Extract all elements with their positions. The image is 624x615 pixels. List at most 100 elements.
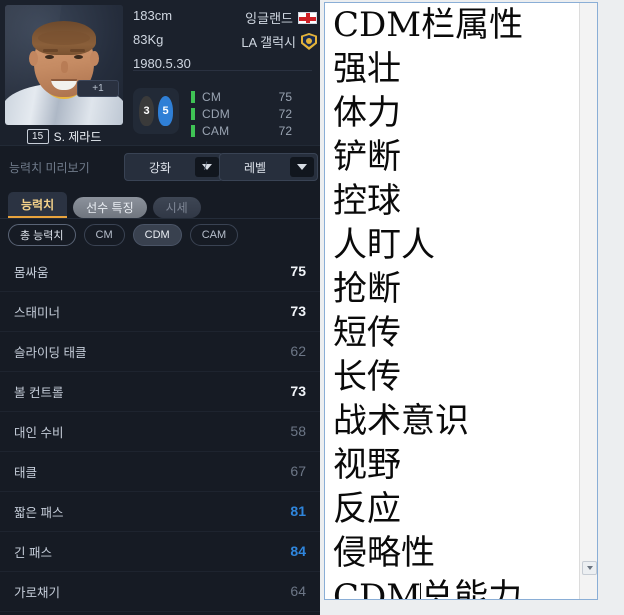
level-dropdown-value: 레벨 (243, 160, 267, 175)
club-crest-icon (301, 33, 317, 50)
eyebrow-right (70, 49, 85, 52)
level-dropdown[interactable]: 레벨 (219, 153, 318, 181)
stat-value: 81 (290, 503, 306, 519)
position-level-bar-icon (191, 108, 195, 120)
notes-line: 视野 (333, 445, 401, 485)
stat-row: 가로채기 64 (0, 571, 320, 611)
club-label: LA 갤럭시 (241, 35, 296, 50)
notes-line: 战术意识 (333, 401, 469, 441)
attribute-preview-row: 능력치 미리보기 강화 / 레벨 (0, 145, 320, 188)
position-value: 75 (278, 90, 292, 104)
attribute-list: 몸싸움 75 스태미너 73 슬라이딩 태클 62 볼 컨트롤 73 대인 수비… (0, 251, 320, 615)
stat-value: 75 (290, 263, 306, 279)
position-block: 3 5 CM 75 CDM 72 CAM 72 (133, 88, 292, 139)
position-rating-list: CM 75 CDM 72 CAM 72 (191, 88, 292, 139)
stat-name: 가로채기 (14, 585, 61, 600)
birthdate-value: 1980.5.30 (133, 56, 191, 71)
notes-line-with-caret: CDM总能力 (333, 575, 591, 600)
stat-row: 태클 67 (0, 451, 320, 491)
eye-left (45, 55, 54, 59)
enhance-dropdown-value: 강화 (148, 160, 172, 175)
stat-name: 짧은 패스 (14, 505, 64, 520)
pill-cdm[interactable]: CDM (132, 224, 182, 246)
dropdown-separator: / (204, 159, 208, 173)
stat-row: 몸싸움 75 (0, 251, 320, 291)
position-level-bar-icon (191, 91, 195, 103)
stat-row: 슬라이딩 태클 62 (0, 331, 320, 371)
england-flag-icon (298, 11, 317, 24)
notes-line-text-before-caret: CDM (333, 577, 422, 600)
tab-market-price[interactable]: 시세 (152, 197, 201, 218)
notes-line: 人盯人 (333, 225, 435, 265)
stat-name: 스태미너 (14, 305, 61, 320)
header-divider (133, 70, 312, 71)
position-name: CAM (202, 124, 230, 138)
position-row[interactable]: CM 75 (191, 89, 292, 105)
notes-line: 体力 (333, 93, 401, 133)
position-row[interactable]: CDM 72 (191, 106, 292, 122)
notes-line: 长传 (333, 357, 401, 397)
weak-foot-value: 3 (139, 96, 154, 126)
skill-moves-value: 5 (158, 96, 173, 126)
stat-name: 대인 수비 (14, 425, 64, 440)
shirt-number-badge: 15 (26, 129, 49, 144)
attribute-preview-label: 능력치 미리보기 (9, 161, 90, 175)
ear-right (90, 51, 99, 66)
player-portrait[interactable]: +1 (5, 5, 123, 125)
stat-row: 볼 컨트롤 73 (0, 371, 320, 411)
nose-shape (61, 61, 68, 73)
ear-left (29, 51, 38, 66)
bio-weight-row: 83Kg LA 갤럭시 (133, 32, 319, 56)
stat-value: 73 (290, 383, 306, 399)
upgrade-badge: +1 (77, 80, 119, 97)
hair-shape (32, 21, 96, 55)
notes-line: 反应 (333, 489, 401, 529)
stat-row: 대인 수비 58 (0, 411, 320, 451)
notes-text-editor[interactable]: CDM栏属性 强壮 体力 铲断 控球 人盯人 抢断 短传 长传 战术意识 视野 … (324, 2, 598, 600)
notes-line: 铲断 (333, 137, 401, 177)
stat-row: 시야 77 (0, 611, 320, 615)
stat-value: 64 (290, 583, 306, 599)
chevron-down-icon[interactable] (290, 157, 314, 177)
stat-value: 58 (290, 423, 306, 439)
bio-birthdate-row: 1980.5.30 (133, 56, 319, 80)
position-value: 72 (278, 107, 292, 121)
player-header: +1 15 S. 제라드 183cm 잉글랜드 83Kg LA 갤럭시 1980… (0, 0, 320, 145)
player-attributes-panel: +1 15 S. 제라드 183cm 잉글랜드 83Kg LA 갤럭시 1980… (0, 0, 320, 615)
stat-value: 73 (290, 303, 306, 319)
notes-line-list: CDM栏属性 强壮 体力 铲断 控球 人盯人 抢断 短传 长传 战术意识 视野 … (325, 3, 597, 600)
player-name-label: S. 제라드 (53, 130, 102, 144)
nation-label: 잉글랜드 (245, 11, 293, 26)
pill-cam[interactable]: CAM (189, 224, 239, 246)
position-filter-bar: 총 능력치 CM CDM CAM (0, 219, 320, 251)
stat-name: 긴 패스 (14, 545, 52, 560)
notes-line: 侵略性 (333, 533, 435, 573)
notes-line: 短传 (333, 313, 401, 353)
enhance-level-dropdown[interactable]: 강화 (124, 153, 223, 181)
stat-row: 긴 패스 84 (0, 531, 320, 571)
eyebrow-left (43, 49, 58, 52)
stat-row: 짧은 패스 81 (0, 491, 320, 531)
notes-line: 强壮 (333, 49, 401, 89)
stat-name: 태클 (14, 465, 38, 480)
pill-cm[interactable]: CM (83, 224, 125, 246)
vertical-scrollbar[interactable] (579, 3, 597, 599)
eye-right (74, 55, 83, 59)
nation-row: 잉글랜드 (245, 8, 317, 27)
pill-total-rating[interactable]: 총 능력치 (8, 224, 76, 246)
position-level-bar-icon (191, 125, 195, 137)
stat-value: 67 (290, 463, 306, 479)
position-name: CM (202, 90, 222, 104)
scroll-down-arrow-icon[interactable] (582, 561, 597, 575)
position-row[interactable]: CAM 72 (191, 123, 292, 139)
stat-name: 슬라이딩 태클 (14, 345, 87, 360)
stat-name: 몸싸움 (14, 265, 49, 280)
tab-player-traits[interactable]: 선수 특징 (73, 197, 147, 218)
notes-line: 控球 (333, 181, 401, 221)
stat-value: 62 (290, 343, 306, 359)
notes-line-text-after-caret: 总能力 (420, 577, 523, 600)
stat-value: 84 (290, 543, 306, 559)
tab-attributes[interactable]: 능력치 (8, 192, 68, 218)
foot-rating-icon: 3 5 (133, 88, 179, 134)
player-name-row: 15 S. 제라드 (5, 128, 123, 145)
